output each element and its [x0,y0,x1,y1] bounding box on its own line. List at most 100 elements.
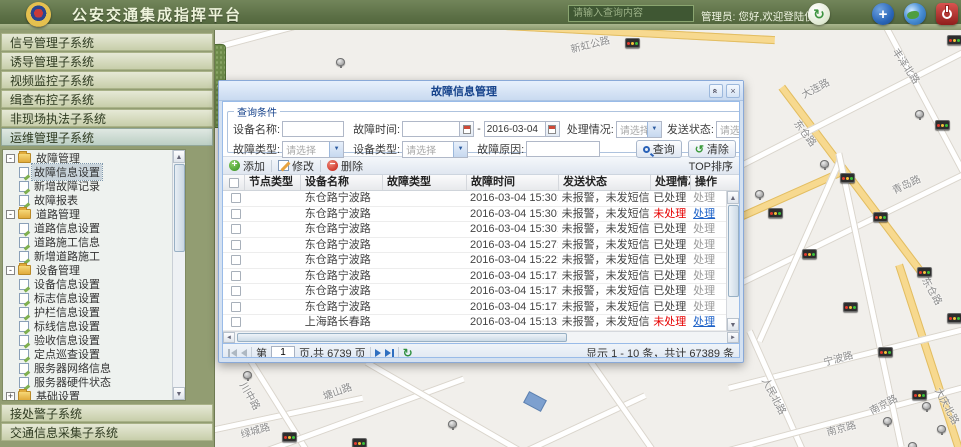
camera-marker[interactable] [755,190,764,198]
date-picker-from-icon[interactable] [460,121,474,137]
camera-marker[interactable] [922,402,931,410]
handle-action-link[interactable]: 处理 [693,316,715,328]
close-window-icon[interactable]: × [726,84,740,98]
table-row[interactable]: 东仓路宁波路2016-03-04 15:30:00未报警，未发短信未处理处理 [223,207,726,223]
vertical-scroll-thumb[interactable] [728,205,739,297]
search-button[interactable]: 查询 [636,140,682,158]
row-checkbox[interactable] [231,271,241,281]
sidebar-item-6[interactable]: 运维管理子系统 [1,128,213,146]
camera-marker[interactable] [243,371,252,379]
traffic-light-marker[interactable] [840,173,855,183]
tree-item-15[interactable]: 定点巡查设置 [3,347,172,361]
tree-item-7[interactable]: 道路施工信息 [3,235,172,249]
tree-item-12[interactable]: 护栏信息设置 [3,305,172,319]
column-header-4[interactable]: 故障时间 [467,175,559,190]
tree-item-10[interactable]: 设备信息设置 [3,277,172,291]
traffic-light-marker[interactable] [947,313,961,323]
globe-icon[interactable] [904,3,926,25]
tree-item-8[interactable]: 新增道路施工 [3,249,172,263]
camera-marker[interactable] [336,58,345,66]
table-row[interactable]: 东仓路宁波路2016-03-04 15:17:01未报警，未发短信已处理处理 [223,300,726,316]
camera-marker[interactable] [883,417,892,425]
tree-toggle-icon[interactable]: + [6,392,15,401]
traffic-light-marker[interactable] [768,208,783,218]
traffic-light-marker[interactable] [935,120,950,130]
column-header-7[interactable]: 操作 [691,175,728,190]
tree-item-13[interactable]: 标线信息设置 [3,319,172,333]
fault-type-select[interactable]: 请选择 ▼ [282,141,344,158]
tree-item-2[interactable]: 故障信息设置 [3,165,172,179]
tree-item-14[interactable]: 验收信息设置 [3,333,172,347]
first-page-button[interactable] [228,349,237,357]
add-record-button[interactable]: + 添加 [223,157,271,174]
tree-item-16[interactable]: 服务器网络信息 [3,361,172,375]
handle-action-link[interactable]: 处理 [693,208,715,220]
traffic-light-marker[interactable] [878,347,893,357]
camera-marker[interactable] [908,442,917,447]
row-checkbox[interactable] [231,193,241,203]
next-page-button[interactable] [375,349,381,357]
recycle-icon[interactable]: ↻ [808,3,830,25]
tree-item-18[interactable]: +基础设置 [3,389,172,401]
traffic-light-marker[interactable] [917,267,932,277]
grid-vertical-scrollbar[interactable]: ▲ ▼ [726,191,739,331]
table-row[interactable]: 上海路长春路2016-03-04 15:13:45未报警，未发短信未处理处理 [223,315,726,331]
table-row[interactable]: 东仓路宁波路2016-03-04 15:30:00未报警，未发短信已处理处理 [223,191,726,207]
traffic-light-marker[interactable] [802,249,817,259]
refresh-icon[interactable]: ↻ [403,346,413,359]
sidebar-item-bottom-2[interactable]: 交通信息采集子系统 [1,423,213,441]
row-checkbox[interactable] [231,224,241,234]
clear-button[interactable]: ↺ 清除 [688,140,736,158]
sidebar-item-3[interactable]: 视频监控子系统 [1,71,213,89]
fault-time-to-input[interactable] [484,121,546,137]
row-checkbox[interactable] [231,302,241,312]
traffic-light-marker[interactable] [282,432,297,442]
camera-marker[interactable] [448,420,457,428]
table-row[interactable]: 东仓路宁波路2016-03-04 15:27:00未报警，未发短信已处理处理 [223,238,726,254]
traffic-light-marker[interactable] [912,390,927,400]
top-sort-link[interactable]: TOP排序 [689,158,733,174]
traffic-light-marker[interactable] [947,35,961,45]
traffic-light-marker[interactable] [873,212,888,222]
scroll-down-icon[interactable]: ▼ [727,318,739,331]
tree-scroll-thumb[interactable] [174,164,185,252]
select-all-checkbox[interactable] [229,178,239,188]
scroll-down-icon[interactable]: ▼ [173,387,185,400]
page-number-input[interactable] [271,346,295,359]
camera-marker[interactable] [820,160,829,168]
tree-item-3[interactable]: 新增故障记录 [3,179,172,193]
window-titlebar[interactable]: 故障信息管理 « × [219,81,743,101]
handle-status-select[interactable]: 请选择 ▼ [616,121,662,138]
column-header-6[interactable]: 处理情况 [651,175,691,190]
last-page-button[interactable] [385,349,394,357]
tree-item-11[interactable]: 标志信息设置 [3,291,172,305]
row-checkbox[interactable] [231,209,241,219]
row-checkbox[interactable] [231,317,241,327]
column-header-3[interactable]: 故障类型 [383,175,467,190]
column-header-5[interactable]: 发送状态 [559,175,651,190]
traffic-light-marker[interactable] [352,438,367,447]
scroll-up-icon[interactable]: ▲ [173,150,185,163]
collapse-window-icon[interactable]: « [709,84,723,98]
grid-horizontal-scrollbar[interactable]: ◄ ► [223,331,739,343]
horizontal-scroll-thumb[interactable] [237,333,567,342]
scroll-up-icon[interactable]: ▲ [727,191,739,204]
prev-page-button[interactable] [241,349,247,357]
tree-item-1[interactable]: -故障管理 [3,151,172,165]
date-picker-to-icon[interactable] [546,121,560,137]
tree-toggle-icon[interactable]: - [6,210,15,219]
traffic-light-marker[interactable] [843,302,858,312]
scroll-left-icon[interactable]: ◄ [223,332,235,343]
delete-record-button[interactable]: − 删除 [321,157,369,174]
table-row[interactable]: 东仓路宁波路2016-03-04 15:17:01未报警，未发短信已处理处理 [223,284,726,300]
sidebar-item-bottom-1[interactable]: 接处警子系统 [1,404,213,422]
table-row[interactable]: 东仓路宁波路2016-03-04 15:30:00未报警，未发短信已处理处理 [223,222,726,238]
tree-toggle-icon[interactable]: - [6,154,15,163]
row-checkbox[interactable] [231,240,241,250]
row-checkbox[interactable] [231,255,241,265]
column-header-2[interactable]: 设备名称 [301,175,383,190]
sidebar-item-1[interactable]: 信号管理子系统 [1,33,213,51]
header-search-input[interactable] [568,5,694,22]
scroll-right-icon[interactable]: ► [727,332,739,343]
device-name-input[interactable] [282,121,344,137]
